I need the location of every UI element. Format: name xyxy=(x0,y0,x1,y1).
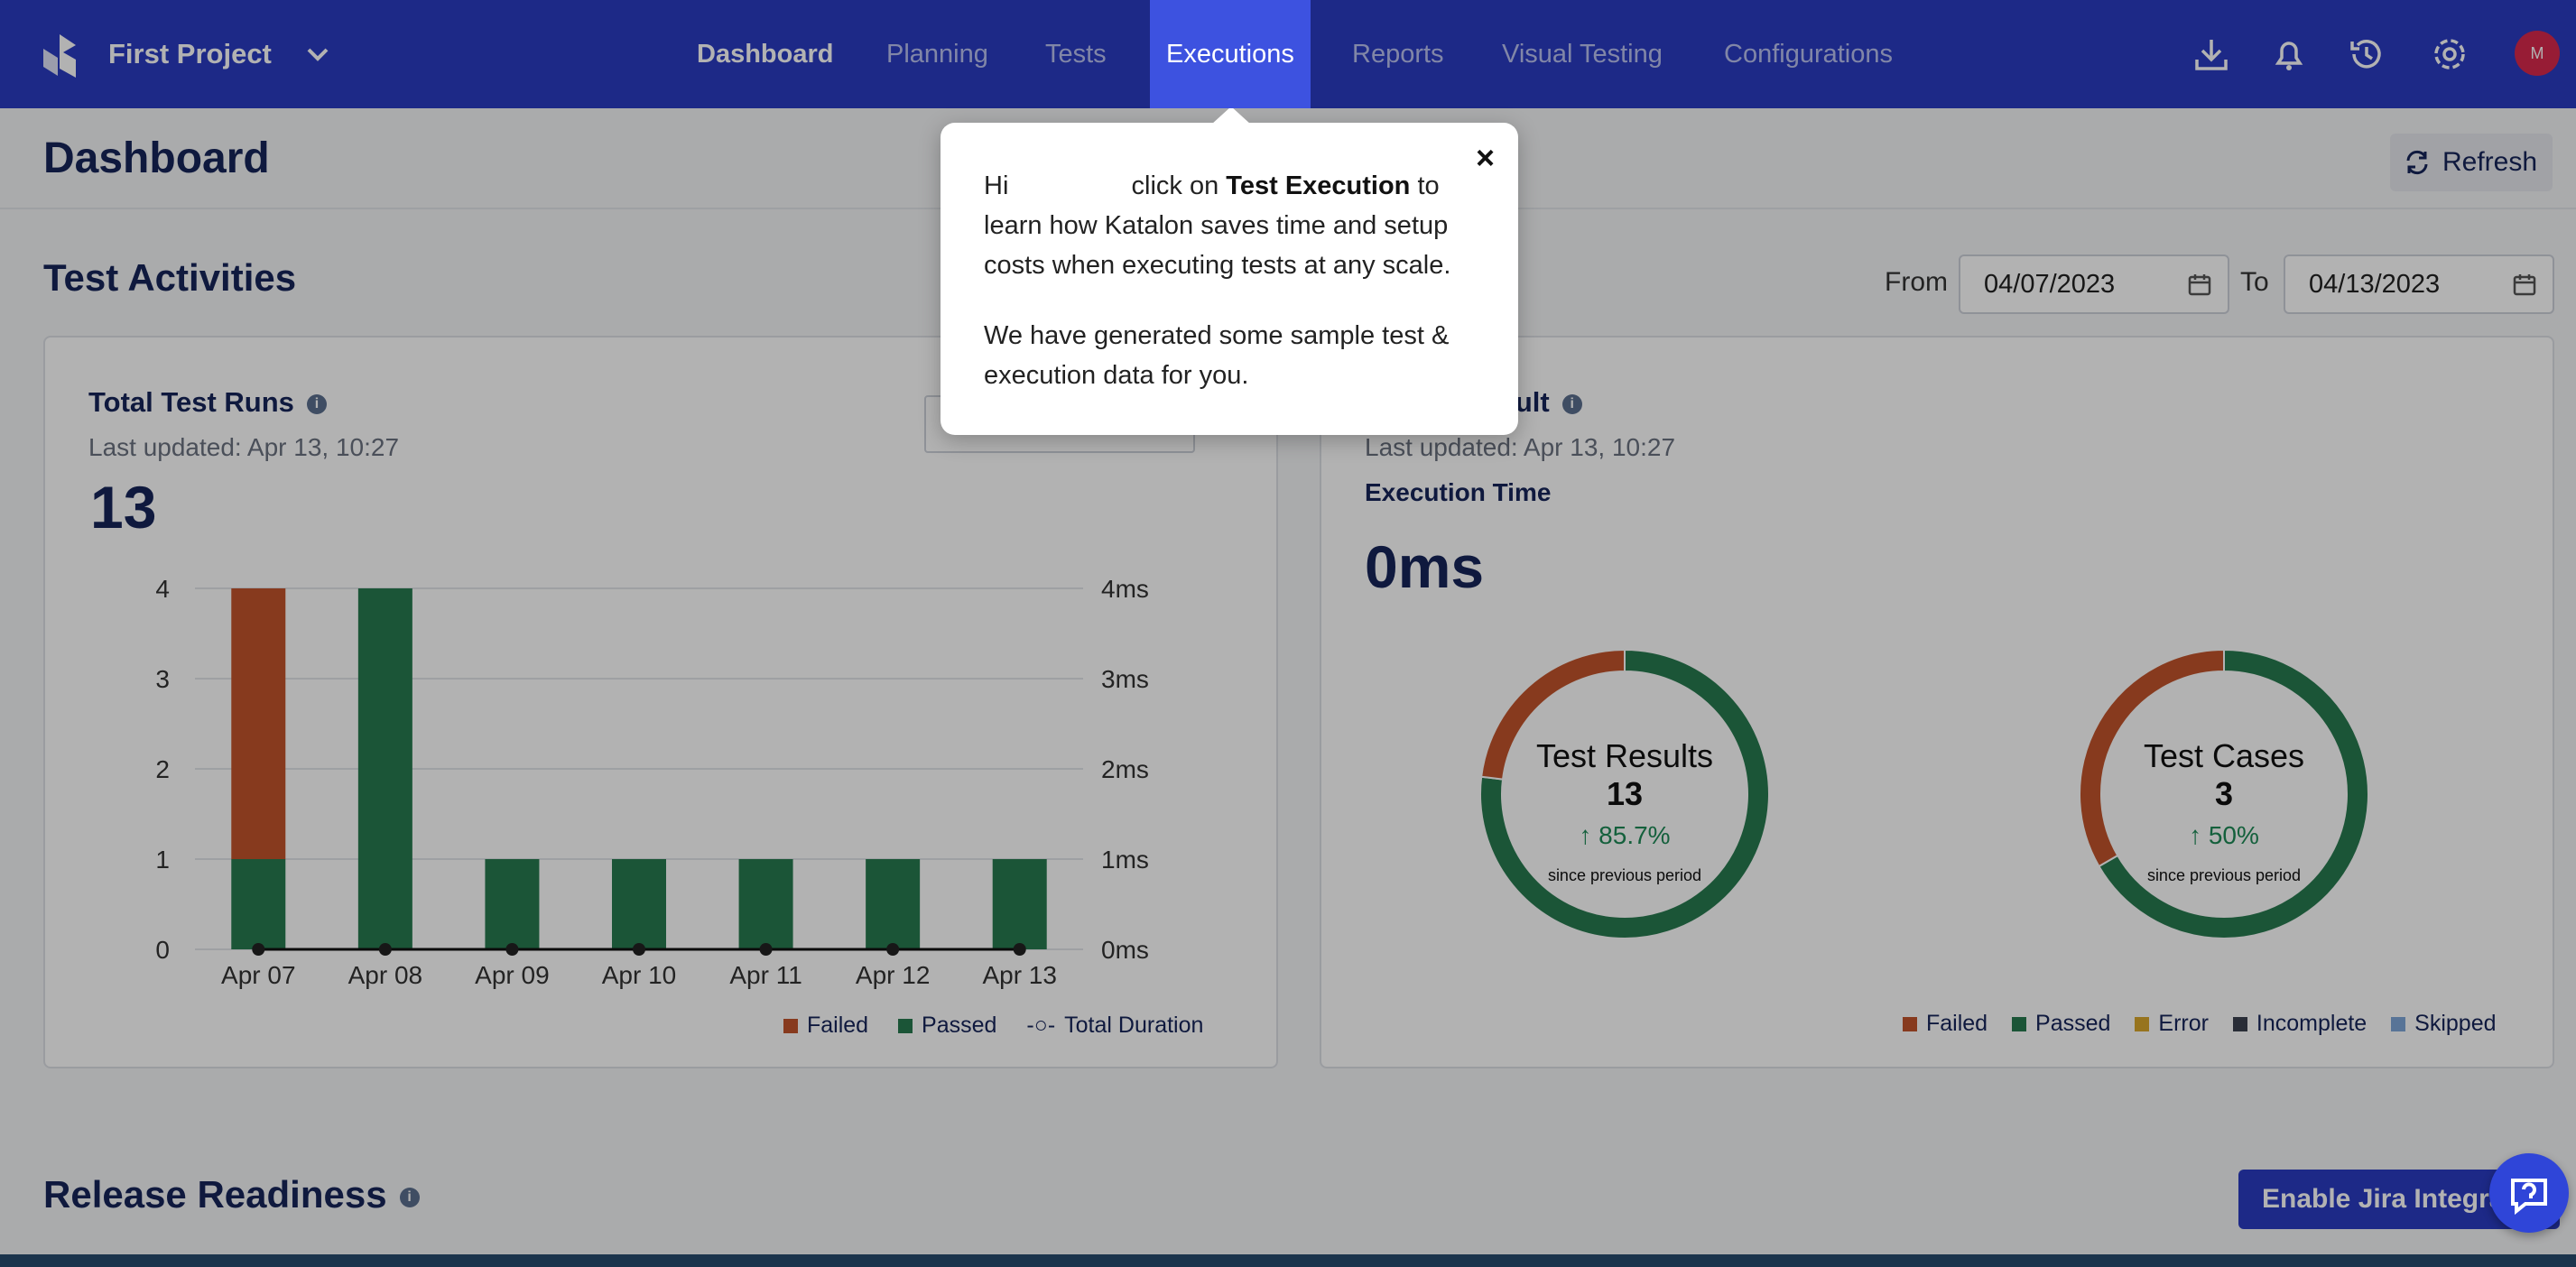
tooltip-arrow xyxy=(1211,106,1251,125)
tooltip-test-execution: Test Execution xyxy=(1226,171,1411,200)
tooltip-text-a: click on xyxy=(1131,171,1219,200)
chat-help-icon xyxy=(2511,1179,2547,1216)
tooltip-paragraph-1: Hi click on Test Execution to learn how … xyxy=(984,166,1489,285)
tooltip-paragraph-2: We have generated some sample test & exe… xyxy=(984,321,1450,390)
help-chat-button[interactable] xyxy=(2489,1153,2569,1233)
tooltip-greeting: Hi xyxy=(984,171,1009,200)
onboarding-tooltip: × Hi click on Test Execution to learn ho… xyxy=(941,106,1518,435)
nav-executions-highlight[interactable]: Executions xyxy=(1150,0,1311,108)
